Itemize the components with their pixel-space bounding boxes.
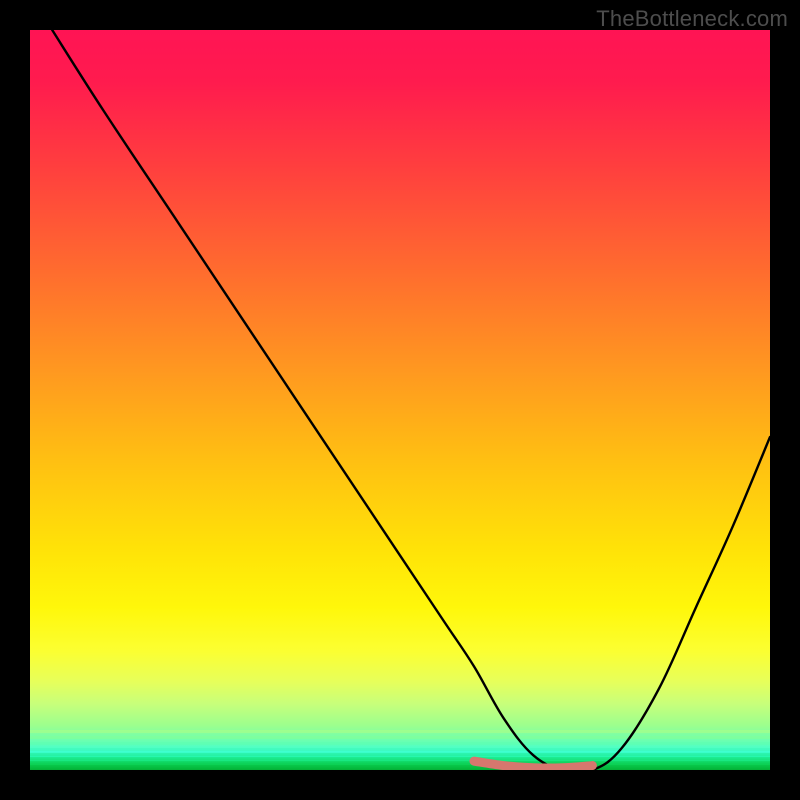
chart-frame: TheBottleneck.com [0, 0, 800, 800]
curve-svg [30, 30, 770, 770]
optimal-band [474, 761, 592, 768]
watermark-text: TheBottleneck.com [596, 6, 788, 32]
bottleneck-curve [52, 30, 770, 770]
plot-area [30, 30, 770, 770]
